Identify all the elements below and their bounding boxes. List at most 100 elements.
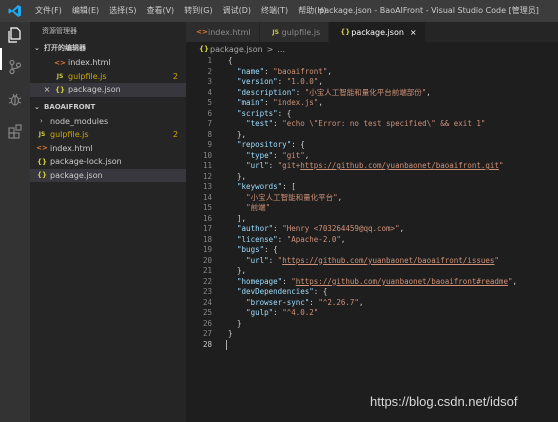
json-file-icon: {} bbox=[37, 171, 47, 180]
code-token: "main" bbox=[237, 98, 265, 107]
code-line[interactable]: 16 ], bbox=[186, 214, 558, 225]
code-text: "scripts": { bbox=[212, 109, 291, 120]
source-control-icon[interactable] bbox=[5, 57, 25, 77]
code-text: } bbox=[212, 319, 242, 330]
code-line[interactable]: 17 "author": "Henry <703264459@qq.com>", bbox=[186, 224, 558, 235]
open-editor-item-active[interactable]: × {} package.json bbox=[30, 83, 186, 97]
close-icon[interactable]: × bbox=[410, 28, 417, 37]
tree-item-folder[interactable]: › node_modules bbox=[30, 115, 186, 129]
line-number: 16 bbox=[202, 213, 212, 223]
code-text: "author": "Henry <703264459@qq.com>", bbox=[212, 224, 404, 235]
code-token: }, bbox=[228, 129, 247, 139]
code-line[interactable]: 26 } bbox=[186, 319, 558, 330]
chevron-right-icon: › bbox=[40, 117, 43, 126]
menu-file[interactable]: 文件(F) bbox=[30, 0, 67, 22]
code-token: "url" bbox=[246, 255, 269, 265]
breadcrumb-more[interactable]: ... bbox=[277, 45, 285, 54]
code-token: , bbox=[304, 150, 310, 160]
code-line[interactable]: 5 "main": "index.js", bbox=[186, 98, 558, 109]
code-line[interactable]: 23 "devDependencies": { bbox=[186, 287, 558, 298]
line-number: 11 bbox=[202, 161, 212, 170]
open-editor-item[interactable]: <> index.html bbox=[30, 56, 186, 70]
tab-gulpfile-js[interactable]: JS gulpfile.js bbox=[259, 22, 330, 42]
code-line[interactable]: 13 "keywords": [ bbox=[186, 182, 558, 193]
code-line[interactable]: 10 "type": "git", bbox=[186, 151, 558, 162]
line-number: 14 bbox=[202, 192, 212, 202]
js-file-icon: JS bbox=[272, 28, 279, 36]
code-line[interactable]: 12 }, bbox=[186, 172, 558, 183]
code-line[interactable]: 7 "test": "echo \"Error: no test specifi… bbox=[186, 119, 558, 130]
code-text: "小宝人工智能和量化平台", bbox=[212, 193, 342, 204]
tree-item-file[interactable]: {} package-lock.json bbox=[30, 155, 186, 169]
code-text: "license": "Apache-2.0", bbox=[212, 235, 345, 246]
line-number: 23 bbox=[202, 287, 212, 296]
breadcrumb-item[interactable]: package.json bbox=[210, 45, 263, 54]
open-editor-item[interactable]: JS gulpfile.js 2 bbox=[30, 70, 186, 84]
code-line[interactable]: 6 "scripts": { bbox=[186, 109, 558, 120]
code-line[interactable]: 28 bbox=[186, 340, 558, 351]
code-line[interactable]: 11 "url": "git+https://github.com/yuanba… bbox=[186, 161, 558, 172]
code-line[interactable]: 27} bbox=[186, 329, 558, 340]
menu-terminal[interactable]: 终端(T) bbox=[256, 0, 293, 22]
tree-item-file-selected[interactable]: {} package.json bbox=[30, 168, 186, 182]
code-line[interactable]: 24 "browser-sync": "^2.26.7", bbox=[186, 298, 558, 309]
code-text: "main": "index.js", bbox=[212, 98, 323, 109]
tab-package-json[interactable]: {} package.json × bbox=[329, 22, 426, 42]
code-token: "小宝人工智能和量化平台" bbox=[246, 192, 338, 202]
code-line[interactable]: 21 }, bbox=[186, 266, 558, 277]
menu-go[interactable]: 转到(G) bbox=[179, 0, 217, 22]
code-line[interactable]: 25 "gulp": "^4.0.2" bbox=[186, 308, 558, 319]
code-line[interactable]: 19 "bugs": { bbox=[186, 245, 558, 256]
code-link[interactable]: https://github.com/yuanbaonet/baoaifront… bbox=[296, 277, 508, 286]
tree-item-label: node_modules bbox=[50, 116, 109, 126]
project-folder-header[interactable]: ⌄ BAOAIFRONT bbox=[30, 99, 186, 115]
code-text: "前端" bbox=[212, 203, 270, 214]
code-line[interactable]: 2 "name": "baoaifront", bbox=[186, 67, 558, 78]
open-editor-label: index.html bbox=[68, 58, 111, 68]
tree-item-file[interactable]: JS gulpfile.js 2 bbox=[30, 128, 186, 142]
menu-edit[interactable]: 编辑(E) bbox=[67, 0, 104, 22]
code-editor[interactable]: 1{2 "name": "baoaifront", 3 "version": "1… bbox=[186, 56, 558, 422]
code-text: "name": "baoaifront", bbox=[212, 67, 332, 78]
code-token: "devDependencies" bbox=[237, 287, 314, 296]
code-line[interactable]: 1{ bbox=[186, 56, 558, 67]
code-line[interactable]: 22 "homepage": "https://github.com/yuanb… bbox=[186, 277, 558, 288]
open-editors-header[interactable]: ⌄ 打开的编辑器 bbox=[30, 40, 186, 56]
code-link[interactable]: https://github.com/yuanbaonet/baoaifront… bbox=[282, 256, 494, 265]
menu-view[interactable]: 查看(V) bbox=[141, 0, 179, 22]
code-token: } bbox=[228, 329, 233, 338]
code-line[interactable]: 4 "description": "小宝人工智能和量化平台前端部份", bbox=[186, 88, 558, 99]
close-icon[interactable]: × bbox=[42, 85, 52, 94]
line-number: 26 bbox=[202, 318, 212, 328]
menu-debug[interactable]: 调试(D) bbox=[218, 0, 256, 22]
menu-help[interactable]: 帮助(H) bbox=[293, 0, 331, 22]
tab-index-html[interactable]: <> index.html bbox=[186, 22, 260, 42]
open-editor-label: package.json bbox=[68, 85, 121, 95]
code-line[interactable]: 15 "前端" bbox=[186, 203, 558, 214]
code-text: ], bbox=[212, 214, 246, 225]
tree-item-file[interactable]: <> index.html bbox=[30, 142, 186, 156]
open-editor-label: gulpfile.js bbox=[68, 71, 107, 81]
code-line[interactable]: 18 "license": "Apache-2.0", bbox=[186, 235, 558, 246]
code-token: : [ bbox=[282, 182, 296, 191]
debug-icon[interactable] bbox=[5, 89, 25, 109]
code-token: "description" bbox=[237, 87, 296, 97]
code-line[interactable]: 9 "repository": { bbox=[186, 140, 558, 151]
code-link[interactable]: https://github.com/yuanbaonet/baoaifront… bbox=[300, 161, 499, 170]
menu-selection[interactable]: 选择(S) bbox=[104, 0, 141, 22]
code-line[interactable]: 3 "version": "1.0.0", bbox=[186, 77, 558, 88]
code-line[interactable]: 14 "小宝人工智能和量化平台", bbox=[186, 193, 558, 204]
code-line[interactable]: 20 "url": "https://github.com/yuanbaonet… bbox=[186, 256, 558, 267]
explorer-icon[interactable] bbox=[5, 25, 25, 45]
code-token: "git" bbox=[282, 150, 305, 160]
code-token: "^4.0.2" bbox=[282, 308, 319, 317]
code-token: "index.js" bbox=[273, 98, 319, 107]
code-token: : { bbox=[277, 108, 292, 118]
extensions-icon[interactable] bbox=[5, 121, 25, 141]
code-line[interactable]: 8 }, bbox=[186, 130, 558, 141]
